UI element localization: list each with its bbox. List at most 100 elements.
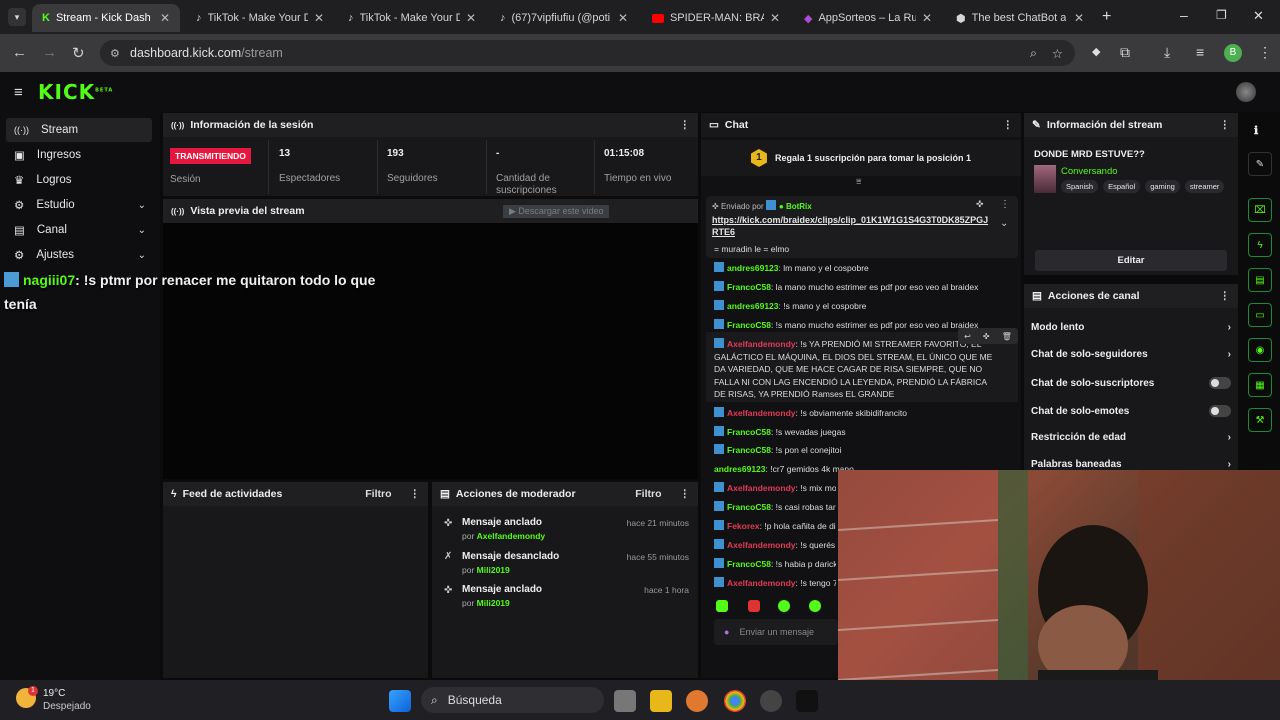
- profile-avatar[interactable]: B: [1224, 44, 1242, 62]
- window-close-button[interactable]: ✕: [1253, 8, 1264, 24]
- sub-goal-banner[interactable]: 1 Regala 1 suscripción para tomar la pos…: [701, 140, 1021, 176]
- chat-bubble-icon[interactable]: ▭: [1248, 303, 1272, 327]
- mod-action-user[interactable]: Mili2019: [477, 598, 510, 608]
- emote-icon-2[interactable]: [748, 600, 760, 612]
- reload-icon[interactable]: ↻: [72, 44, 85, 62]
- pinned-link[interactable]: https://kick.com/braidex/clips/clip_01K1…: [712, 214, 992, 238]
- close-icon[interactable]: ✕: [160, 11, 170, 25]
- edit-pencil-icon[interactable]: ✎: [1248, 152, 1272, 176]
- bookmark-star-icon[interactable]: ☆: [1052, 46, 1063, 61]
- tab-chatbot[interactable]: ⬢ The best ChatBot an ✕: [946, 4, 1094, 32]
- extension-icon[interactable]: ◆: [1092, 45, 1100, 58]
- tab-tiktok-3[interactable]: ♪ (67)7vipfiufiu (@poti ✕: [490, 4, 638, 32]
- delete-icon[interactable]: 🗑: [1002, 332, 1012, 341]
- sidebar-item-logros[interactable]: ♛ Logros: [6, 168, 152, 192]
- sidebar-item-stream[interactable]: ((·)) Stream: [6, 118, 152, 142]
- tag[interactable]: Spanish: [1061, 180, 1099, 193]
- pinned-user[interactable]: BotRix: [786, 202, 812, 211]
- close-icon[interactable]: ✕: [770, 11, 780, 25]
- download-icon[interactable]: ⤓: [1164, 44, 1170, 61]
- action-modo-lento[interactable]: Modo lento ›: [1031, 322, 1231, 333]
- bolt-icon[interactable]: ϟ: [1248, 233, 1272, 257]
- chat-user[interactable]: FrancoC58: [727, 559, 771, 569]
- chat-user[interactable]: FrancoC58: [727, 282, 771, 292]
- task-view-icon[interactable]: [614, 690, 636, 712]
- sidebar-item-ingresos[interactable]: ▣ Ingresos: [6, 143, 152, 167]
- close-icon[interactable]: ✕: [618, 11, 628, 25]
- chat-user[interactable]: FrancoC58: [727, 320, 771, 330]
- emote-icon-1[interactable]: [716, 600, 728, 612]
- menu-dots-icon[interactable]: ⋮: [680, 488, 691, 500]
- menu-dots-icon[interactable]: ⋮: [410, 488, 421, 500]
- tab-list-button[interactable]: ▾: [8, 8, 26, 26]
- epic-games-icon[interactable]: [796, 690, 818, 712]
- kick-logo[interactable]: KICKBETA: [38, 80, 113, 104]
- chat-user[interactable]: FrancoC58: [727, 445, 771, 455]
- chat-input[interactable]: ● Enviar un mensaje: [714, 619, 838, 645]
- camera-icon[interactable]: ⌧: [1248, 198, 1272, 222]
- action-restriccion-edad[interactable]: Restricción de edad ›: [1031, 432, 1231, 443]
- site-info-icon[interactable]: ⚙: [110, 47, 120, 60]
- sidebar-item-estudio[interactable]: ⚙ Estudio ⌄: [6, 193, 152, 217]
- subs-only-toggle[interactable]: [1209, 377, 1231, 389]
- filter-button[interactable]: Filtro: [635, 488, 661, 500]
- tag[interactable]: gaming: [1145, 180, 1180, 193]
- menu-dots-icon[interactable]: ⋮: [1220, 119, 1231, 131]
- document-icon[interactable]: ▤: [1248, 268, 1272, 292]
- unpin-icon[interactable]: ✜: [976, 199, 984, 210]
- download-video-button[interactable]: ▶ Descargar este video: [503, 205, 610, 218]
- menu-dots-icon[interactable]: ⋮: [1003, 119, 1014, 131]
- pin-icon[interactable]: ✜: [983, 332, 990, 341]
- tag[interactable]: streamer: [1184, 180, 1225, 193]
- file-explorer-icon[interactable]: [650, 690, 672, 712]
- hamburger-menu-icon[interactable]: ≡: [14, 84, 23, 101]
- chat-user[interactable]: Axelfandemondy: [727, 483, 796, 493]
- category-thumbnail[interactable]: [1034, 165, 1056, 193]
- action-solo-seguidores[interactable]: Chat de solo-seguidores ›: [1031, 349, 1231, 360]
- wrench-icon[interactable]: ⚒: [1248, 408, 1272, 432]
- mod-action-user[interactable]: Axelfandemondy: [477, 531, 546, 541]
- collapse-icon[interactable]: ⩸: [856, 176, 861, 187]
- back-arrow-icon[interactable]: ←: [12, 44, 27, 61]
- maximize-button[interactable]: ❐: [1216, 8, 1227, 22]
- media-controls-icon[interactable]: ≡: [1196, 44, 1204, 60]
- panel-icon[interactable]: ▦: [1248, 373, 1272, 397]
- user-avatar[interactable]: [1236, 82, 1256, 102]
- chat-user[interactable]: andres69123: [727, 301, 779, 311]
- mod-action-user[interactable]: Mili2019: [477, 565, 510, 575]
- tab-youtube[interactable]: SPIDER-MAN: BRAN ✕: [642, 4, 790, 32]
- emote-icon-4[interactable]: [809, 600, 821, 612]
- chat-user[interactable]: andres69123: [727, 263, 779, 273]
- chat-user[interactable]: Axelfandemondy: [727, 408, 796, 418]
- sidebar-item-ajustes[interactable]: ⚙ Ajustes ⌄: [6, 243, 152, 267]
- emotes-only-toggle[interactable]: [1209, 405, 1231, 417]
- sidebar-item-canal[interactable]: ▤ Canal ⌄: [6, 218, 152, 242]
- stream-category[interactable]: Conversando: [1061, 166, 1118, 177]
- forward-arrow-icon[interactable]: →: [42, 44, 57, 61]
- tab-stream-kick[interactable]: K Stream - Kick Dashboard ✕: [32, 4, 180, 32]
- chat-user[interactable]: FrancoC58: [727, 502, 771, 512]
- taskbar-search[interactable]: ⌕ Búsqueda: [421, 687, 604, 713]
- url-field[interactable]: ⚙ dashboard.kick.com/stream ⌕ ☆: [100, 40, 1075, 66]
- tab-appsorteos[interactable]: ◆ AppSorteos – La Rul ✕: [794, 4, 942, 32]
- reply-icon[interactable]: ↩: [964, 332, 971, 341]
- menu-dots-icon[interactable]: ⋮: [680, 119, 691, 131]
- filter-button[interactable]: Filtro: [365, 488, 391, 500]
- tag[interactable]: Español: [1103, 180, 1141, 193]
- tab-tiktok-1[interactable]: ♪ TikTok - Make Your D ✕: [186, 4, 334, 32]
- microphone-icon[interactable]: ●: [724, 627, 729, 637]
- broadcast-icon[interactable]: ◉: [1248, 338, 1272, 362]
- chrome-icon[interactable]: [724, 690, 746, 712]
- zoom-icon[interactable]: ⌕: [1030, 46, 1037, 61]
- extensions-puzzle-icon[interactable]: ⧉: [1120, 44, 1130, 61]
- chat-user[interactable]: Axelfandemondy: [727, 339, 796, 349]
- emote-icon-3[interactable]: [778, 600, 790, 612]
- chat-user[interactable]: Axelfandemondy: [727, 578, 796, 588]
- info-icon[interactable]: ℹ: [1254, 124, 1258, 137]
- close-icon[interactable]: ✕: [1074, 11, 1084, 25]
- windows-start-icon[interactable]: [389, 690, 411, 712]
- minimize-button[interactable]: –: [1180, 7, 1188, 23]
- chat-user[interactable]: Fekorex: [727, 521, 760, 531]
- chat-user[interactable]: andres69123: [714, 464, 766, 474]
- chat-user[interactable]: FrancoC58: [727, 427, 771, 437]
